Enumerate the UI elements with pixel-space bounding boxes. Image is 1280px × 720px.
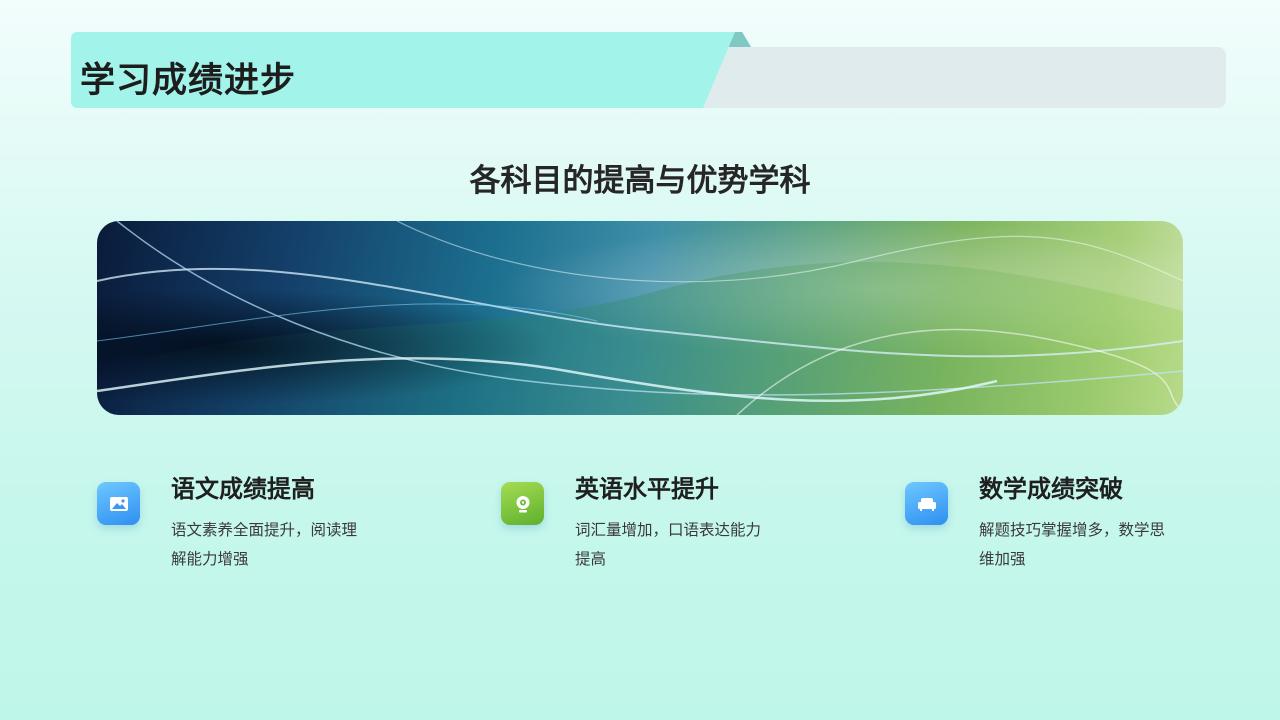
image-icon [97, 482, 140, 525]
abstract-wave-image [97, 221, 1183, 415]
header-bar [700, 47, 1226, 108]
webcam-icon [501, 482, 544, 525]
sofa-icon [905, 482, 948, 525]
page-title: 学习成绩进步 [80, 61, 297, 101]
feature-description: 语文素养全面提升，阅读理解能力增强 [171, 521, 358, 568]
feature-description: 词汇量增加，口语表达能力提高 [575, 521, 762, 568]
feature-title: 数学成绩突破 [979, 475, 1123, 503]
feature-title: 语文成绩提高 [171, 475, 315, 503]
feature-title: 英语水平提升 [575, 475, 719, 503]
feature-description: 解题技巧掌握增多，数学思维加强 [979, 521, 1166, 568]
section-heading: 各科目的提高与优势学科 [469, 163, 811, 199]
